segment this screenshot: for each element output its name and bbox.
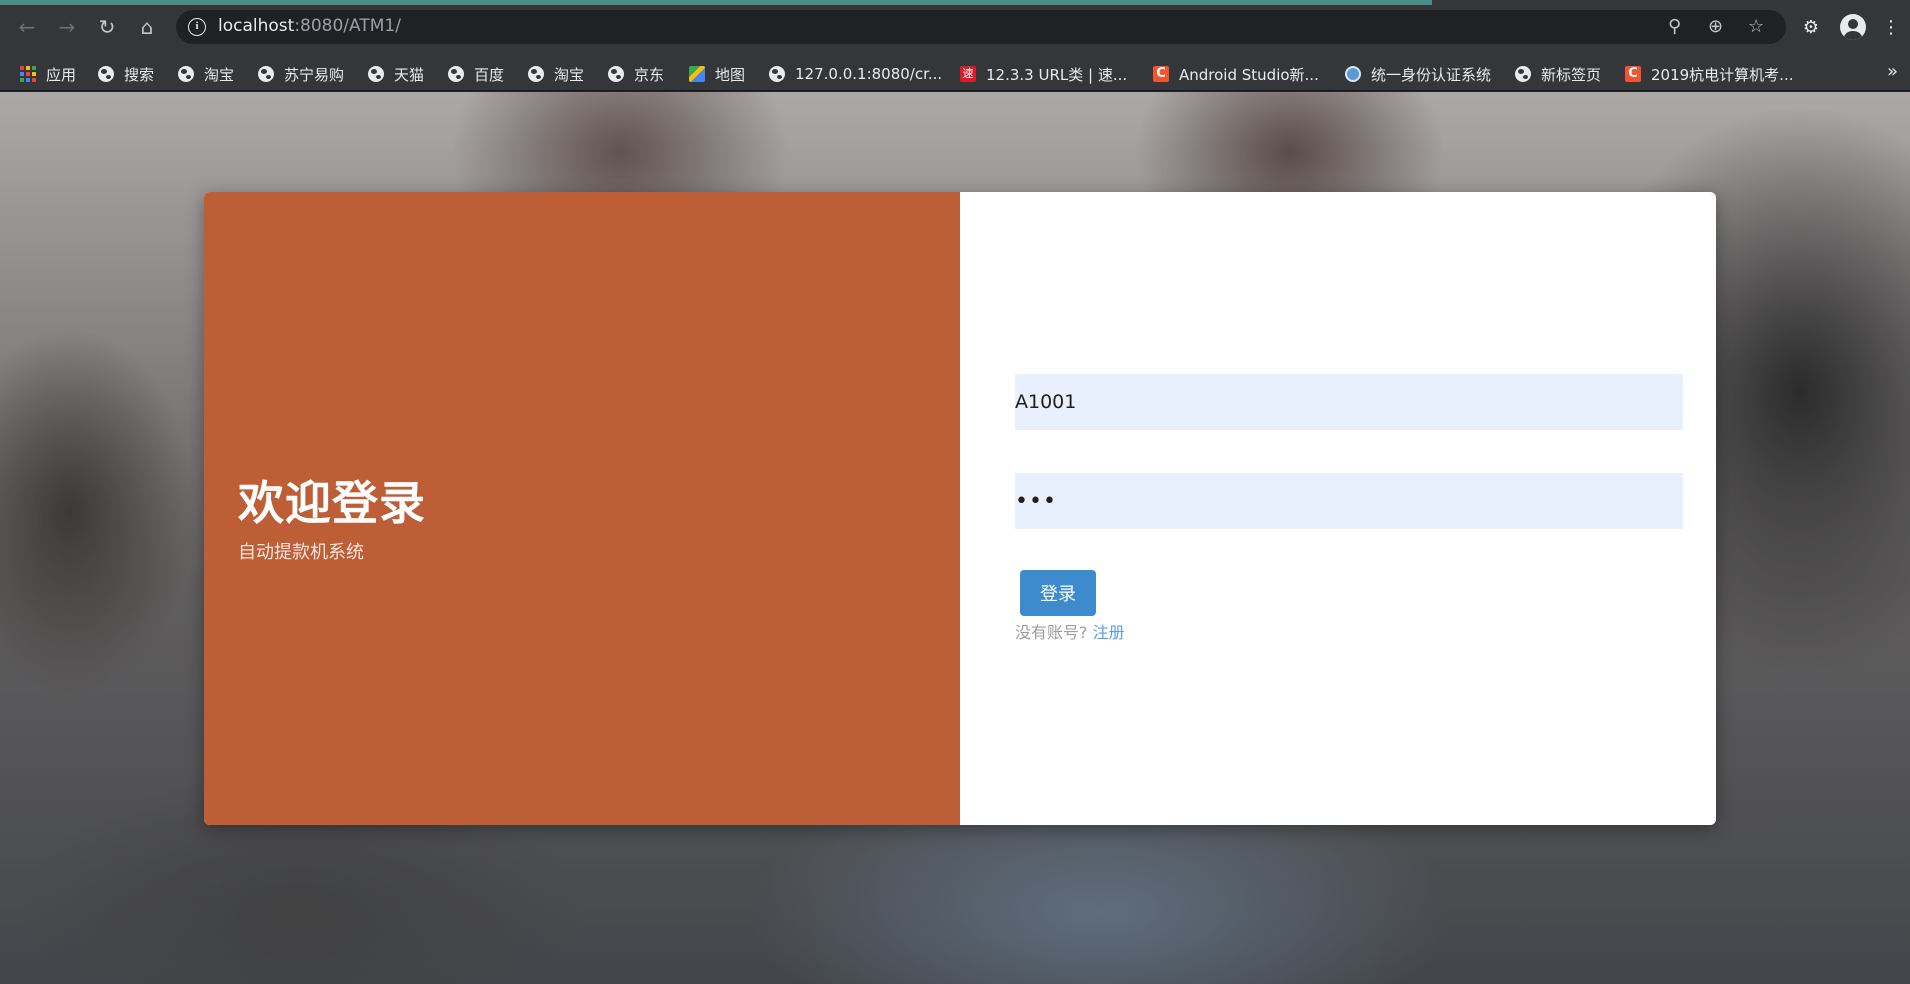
globe-icon xyxy=(98,66,114,82)
bookmark-item[interactable]: 京东 xyxy=(608,64,664,84)
bookmark-label: 新标签页 xyxy=(1541,65,1602,84)
bookmark-label: 天猫 xyxy=(394,65,425,84)
home-icon[interactable]: ⌂ xyxy=(132,12,162,42)
address-bar[interactable]: i localhost:8080/ATM1/ ⚲ ⊕ ☆ xyxy=(176,10,1786,44)
bookmark-label: 京东 xyxy=(634,65,665,84)
globe-icon xyxy=(528,66,544,82)
bookmark-label: Android Studio新... xyxy=(1179,65,1319,84)
menu-icon[interactable]: ⋮ xyxy=(1876,12,1906,42)
bookmark-item[interactable]: 百度 xyxy=(448,64,504,84)
csdn-icon: C xyxy=(1153,66,1169,82)
login-card: 欢迎登录 自动提款机系统 登录 没有账号? 注册 xyxy=(204,192,1716,825)
url-host: localhost xyxy=(218,16,295,36)
browser-toolbar: ← → ↻ ⌂ i localhost:8080/ATM1/ ⚲ ⊕ ☆ ⚙ ⋮ xyxy=(0,0,1910,55)
forward-icon[interactable]: → xyxy=(52,12,82,42)
url-path: :8080/ATM1/ xyxy=(294,16,401,36)
id-auth-icon xyxy=(1345,66,1361,82)
bookmark-label: 统一身份认证系统 xyxy=(1371,65,1492,84)
no-account-text: 没有账号? xyxy=(1015,623,1088,642)
bookmark-label: 淘宝 xyxy=(554,65,585,84)
globe-icon xyxy=(178,66,194,82)
globe-icon xyxy=(608,66,624,82)
bookmark-label: 淘宝 xyxy=(204,65,235,84)
bookmark-label: 2019杭电计算机考... xyxy=(1651,65,1794,84)
profile-icon[interactable] xyxy=(1838,12,1868,42)
csdn-icon: C xyxy=(1625,66,1641,82)
site-info-icon[interactable]: i xyxy=(188,18,206,36)
globe-icon xyxy=(769,66,785,82)
key-icon[interactable]: ⚲ xyxy=(1668,16,1681,37)
speed-icon: 速 xyxy=(960,66,976,82)
tab-strip-accent xyxy=(0,0,1432,5)
bookmark-label: 苏宁易购 xyxy=(284,65,345,84)
bookmark-item[interactable]: 搜索 xyxy=(98,64,154,84)
bookmark-item[interactable]: 淘宝 xyxy=(178,64,234,84)
bookmark-item[interactable]: 地图 xyxy=(689,64,745,84)
bookmarks-bar: 应用 搜索 淘宝 苏宁易购 天猫 百度 淘宝 京东 地图 127.0.0.1:8… xyxy=(0,55,1910,91)
back-icon[interactable]: ← xyxy=(12,12,42,42)
welcome-subtitle: 自动提款机系统 xyxy=(238,542,364,563)
bookmark-apps[interactable]: 应用 xyxy=(20,64,76,84)
avatar xyxy=(1840,14,1866,40)
maps-icon xyxy=(689,66,705,82)
bookmark-label: 应用 xyxy=(46,65,77,84)
welcome-title: 欢迎登录 xyxy=(238,476,426,530)
globe-icon xyxy=(448,66,464,82)
bookmark-item[interactable]: 速 12.3.3 URL类 | 速... xyxy=(960,64,1127,84)
bookmark-label: 127.0.0.1:8080/cr... xyxy=(795,65,943,83)
register-link[interactable]: 注册 xyxy=(1093,623,1125,642)
star-icon[interactable]: ☆ xyxy=(1748,16,1764,37)
address-url[interactable]: localhost:8080/ATM1/ xyxy=(218,16,401,36)
bookmark-label: 地图 xyxy=(715,65,746,84)
globe-icon xyxy=(368,66,384,82)
bookmark-item[interactable]: 新标签页 xyxy=(1515,64,1601,84)
bookmark-item[interactable]: 淘宝 xyxy=(528,64,584,84)
globe-icon xyxy=(1515,66,1531,82)
login-button[interactable]: 登录 xyxy=(1020,570,1096,616)
bookmark-label: 12.3.3 URL类 | 速... xyxy=(986,65,1128,84)
password-input[interactable] xyxy=(1015,473,1683,529)
bookmark-label: 百度 xyxy=(474,65,505,84)
bookmark-item[interactable]: C Android Studio新... xyxy=(1153,64,1319,84)
apps-icon xyxy=(20,66,36,82)
globe-icon xyxy=(258,66,274,82)
bookmark-item[interactable]: 天猫 xyxy=(368,64,424,84)
register-prompt: 没有账号? 注册 xyxy=(1015,619,1125,643)
bookmark-item[interactable]: 127.0.0.1:8080/cr... xyxy=(769,64,942,84)
username-input[interactable] xyxy=(1015,374,1683,430)
bookmark-label: 搜索 xyxy=(124,65,155,84)
zoom-icon[interactable]: ⊕ xyxy=(1708,16,1723,37)
bookmark-item[interactable]: C 2019杭电计算机考... xyxy=(1625,64,1793,84)
extensions-icon[interactable]: ⚙ xyxy=(1796,12,1826,42)
reload-icon[interactable]: ↻ xyxy=(92,12,122,42)
bookmark-item[interactable]: 苏宁易购 xyxy=(258,64,344,84)
login-form: 登录 没有账号? 注册 xyxy=(960,192,1716,825)
bookmark-item[interactable]: 统一身份认证系统 xyxy=(1345,64,1491,84)
welcome-panel: 欢迎登录 自动提款机系统 xyxy=(204,192,960,825)
bookmarks-overflow-icon[interactable]: » xyxy=(1887,61,1898,82)
